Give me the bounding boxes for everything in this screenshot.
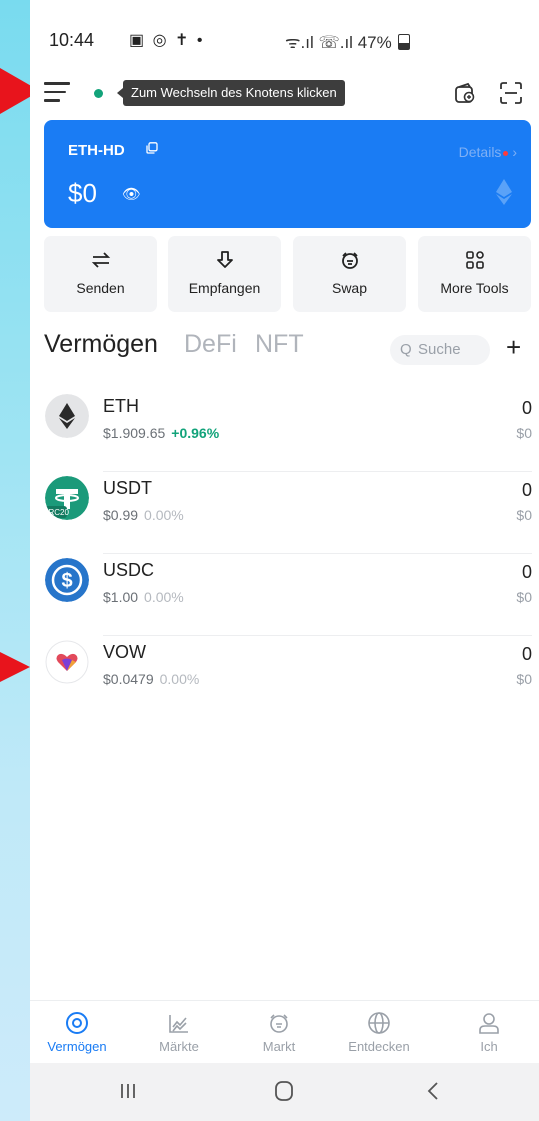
send-icon — [91, 252, 110, 268]
nav-market[interactable]: Markt — [229, 1001, 329, 1054]
nav-label: Ich — [480, 1039, 498, 1054]
asset-amount: 0 — [521, 480, 532, 500]
asset-amount: 0 — [521, 562, 532, 582]
asset-fiat: $0 — [516, 507, 532, 523]
asset-row-eth[interactable]: ETH $1.909.65 +0.96% 0 $0 — [30, 390, 539, 472]
menu-icon[interactable] — [44, 82, 70, 104]
add-token-button[interactable]: + — [506, 332, 521, 363]
asset-fiat: $0 — [516, 425, 532, 441]
asset-price: $1.909.65 — [103, 425, 166, 441]
asset-symbol: USDC — [103, 560, 155, 580]
back-icon[interactable] — [420, 1079, 448, 1103]
asset-row-vow[interactable]: VOW $0.0479 0.00% 0 $0 — [30, 636, 539, 718]
vow-logo-icon — [45, 640, 89, 684]
send-button[interactable]: Senden — [44, 236, 157, 312]
details-link[interactable]: Details › — [459, 144, 517, 160]
asset-change: 0.00% — [144, 507, 184, 523]
node-status-dot[interactable] — [94, 89, 103, 98]
details-notification-dot — [503, 150, 509, 156]
wallet-balance: $0 — [68, 178, 97, 208]
asset-price: $1.00 — [103, 589, 139, 605]
asset-amount: 0 — [521, 644, 532, 664]
node-switch-tooltip: Zum Wechseln des Knotens klicken — [117, 80, 345, 106]
wallet-name: ETH-HD — [68, 142, 125, 159]
send-label: Senden — [76, 280, 125, 296]
asset-price: $0.99 — [103, 507, 139, 523]
search-placeholder: Suche — [418, 341, 461, 358]
wallet-add-icon[interactable] — [454, 82, 476, 104]
nav-profile[interactable]: Ich — [439, 1001, 539, 1054]
system-nav-bar — [30, 1063, 539, 1121]
status-time: 10:44 — [49, 30, 95, 50]
details-label: Details — [458, 144, 502, 160]
status-right: ᯤ.ıl ☏.ıl 47% — [285, 30, 411, 53]
asset-price-line: $1.909.65 +0.96% — [103, 425, 219, 441]
more-tools-icon — [465, 251, 484, 269]
asset-symbol: USDT — [103, 478, 152, 498]
swap-button[interactable]: Swap — [293, 236, 406, 312]
search-icon: Q — [400, 341, 412, 358]
usdc-logo-icon: $ — [45, 558, 89, 602]
nav-assets[interactable]: Vermögen — [30, 1001, 127, 1054]
asset-fiat: $0 — [516, 589, 532, 605]
markets-icon — [169, 1015, 188, 1033]
copy-icon[interactable] — [146, 142, 158, 154]
signal-icons: ᯤ.ıl ☏.ıl — [285, 33, 353, 52]
scan-icon[interactable] — [500, 82, 522, 104]
market-icon — [270, 1014, 288, 1033]
asset-symbol: VOW — [103, 642, 146, 662]
eth-watermark-icon — [496, 179, 512, 205]
search-input[interactable]: Q Suche — [390, 335, 490, 365]
wallet-card[interactable]: ETH-HD $0 👁 Details › — [44, 120, 531, 228]
discover-icon — [368, 1012, 390, 1034]
eth-logo-icon — [45, 394, 89, 438]
swap-icon — [341, 252, 358, 269]
recents-icon[interactable] — [114, 1079, 142, 1103]
nav-label: Markt — [262, 1039, 296, 1054]
asset-change: 0.00% — [144, 589, 184, 605]
action-row: Senden Empfangen Swap More Tools — [44, 236, 531, 314]
receive-label: Empfangen — [188, 280, 261, 296]
swap-label: Swap — [331, 280, 368, 296]
asset-amount: 0 — [521, 398, 532, 418]
asset-symbol: ETH — [103, 396, 139, 416]
asset-change: +0.96% — [171, 425, 220, 441]
receive-icon — [216, 251, 233, 268]
asset-tabs: Vermögen DeFi NFT Q Suche + — [30, 330, 539, 370]
battery-icon — [398, 34, 411, 50]
asset-price-line: $1.00 0.00% — [103, 589, 184, 605]
annotation-arrow-vow — [0, 652, 30, 682]
erc20-badge: ERC20 — [45, 508, 69, 517]
svg-text:$: $ — [61, 570, 72, 592]
more-tools-label: More Tools — [440, 280, 509, 296]
more-tools-button[interactable]: More Tools — [418, 236, 531, 312]
asset-row-usdc[interactable]: $ USDC $1.00 0.00% 0 $0 — [30, 554, 539, 636]
asset-price: $0.0479 — [103, 671, 154, 687]
phone-screen: 10:44 ▣ ◎ ✝ • ᯤ.ıl ☏.ıl 47% Zum Wechseln… — [30, 0, 539, 1121]
tab-defi[interactable]: DeFi — [184, 330, 237, 359]
asset-price-line: $0.99 0.00% — [103, 507, 184, 523]
nav-label: Vermögen — [47, 1039, 107, 1054]
asset-price-line: $0.0479 0.00% — [103, 671, 199, 687]
nav-discover[interactable]: Entdecken — [329, 1001, 429, 1054]
profile-icon — [479, 1013, 499, 1034]
assets-icon — [66, 1012, 88, 1034]
home-icon[interactable] — [270, 1079, 298, 1103]
eye-icon[interactable]: 👁 — [122, 185, 141, 203]
tab-assets[interactable]: Vermögen — [44, 330, 158, 359]
nav-label: Märkte — [159, 1039, 199, 1054]
notification-icons: ▣ ◎ ✝ • — [129, 32, 205, 49]
status-bar: 10:44 ▣ ◎ ✝ • ᯤ.ıl ☏.ıl 47% — [30, 0, 539, 80]
nav-markets[interactable]: Märkte — [129, 1001, 229, 1054]
asset-change: 0.00% — [159, 671, 200, 687]
top-bar: Zum Wechseln des Knotens klicken — [30, 70, 539, 114]
nav-label: Entdecken — [348, 1039, 410, 1054]
receive-button[interactable]: Empfangen — [168, 236, 281, 312]
asset-row-usdt[interactable]: ERC20 USDT $0.99 0.00% 0 $0 — [30, 472, 539, 554]
usdt-logo-icon: ERC20 — [45, 476, 89, 520]
bottom-nav: Vermögen Märkte Markt Entdecken Ich — [30, 1000, 539, 1063]
battery-percent: 47% — [357, 33, 392, 52]
asset-fiat: $0 — [516, 671, 532, 687]
tab-nft[interactable]: NFT — [255, 330, 304, 359]
